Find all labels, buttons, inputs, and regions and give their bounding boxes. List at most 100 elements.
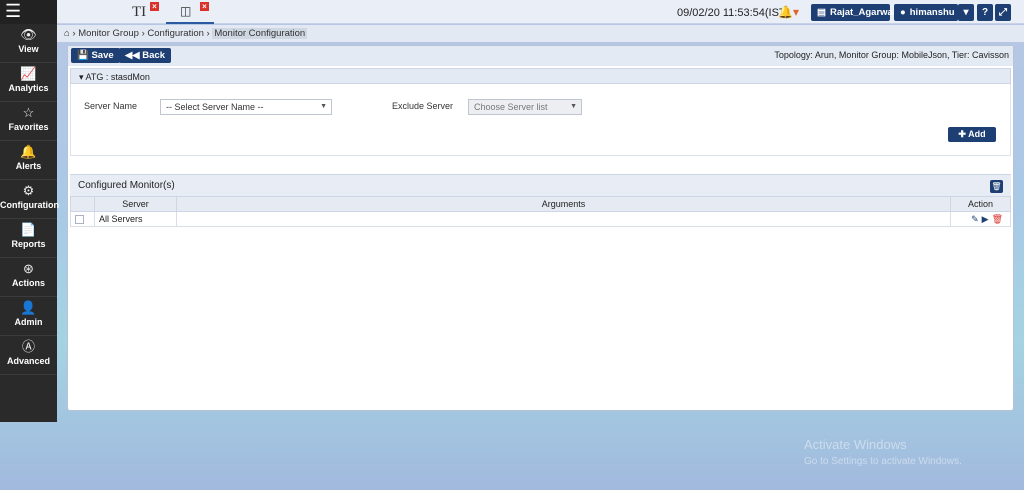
table-header-row: Server Arguments Action <box>70 196 1011 212</box>
sidebar-item-view[interactable]: 👁 View <box>0 24 57 63</box>
arguments-cell <box>176 211 951 227</box>
sidebar-item-label: View <box>18 44 39 54</box>
breadcrumb-item[interactable]: Configuration <box>147 28 204 39</box>
sidebar-item-alerts[interactable]: 🔔 Alerts <box>0 141 57 180</box>
sidebar-item-label: Alerts <box>15 161 42 171</box>
table-row: All Servers ✎ ▶ 🗑 <box>70 211 1011 227</box>
sidebar-item-analytics[interactable]: 📈 Analytics <box>0 63 57 102</box>
home-icon[interactable]: ⌂ <box>64 28 70 39</box>
trash-icon: 🗑 <box>991 182 1002 191</box>
user-icon: ● <box>900 7 906 18</box>
save-label: Save <box>91 50 114 61</box>
exclude-server-select[interactable]: Choose Server list ▼ <box>468 99 582 115</box>
advanced-icon: Ⓐ <box>21 339 35 354</box>
activate-windows-title: Activate Windows <box>804 437 907 452</box>
gears-icon: ⚙ <box>22 183 35 198</box>
chevron-right-icon: › <box>72 28 76 39</box>
sidebar-item-label: Admin <box>14 317 43 327</box>
server-name-select[interactable]: -- Select Server Name -- ▼ <box>160 99 332 115</box>
tab-close-icon[interactable]: × <box>200 2 209 11</box>
exclude-server-value: Choose Server list <box>474 102 548 112</box>
sidebar-item-advanced[interactable]: Ⓐ Advanced <box>0 336 57 375</box>
chevron-right-icon: › <box>206 28 210 39</box>
save-icon: 💾 <box>77 50 92 61</box>
sidebar-item-label: Analytics <box>8 83 49 93</box>
sidebar-item-label: Configuration <box>0 200 59 210</box>
select-column-header <box>70 196 95 212</box>
play-icon[interactable]: ▶ <box>982 214 989 224</box>
sidebar-item-configuration[interactable]: ⚙ Configuration <box>0 180 59 219</box>
bell-icon[interactable]: 🔔▾ <box>778 5 799 19</box>
sidebar-item-label: Favorites <box>8 122 49 132</box>
sidebar: 👁 View 📈 Analytics ☆ Favorites 🔔 Alerts … <box>0 24 59 422</box>
accordion-header[interactable]: ▾ ATG : stasdMon <box>70 68 1011 84</box>
plus-icon: ✚ <box>958 129 969 139</box>
actions-icon: ⊛ <box>23 261 34 276</box>
sidebar-item-label: Actions <box>11 278 45 288</box>
sidebar-item-favorites[interactable]: ☆ Favorites <box>0 102 57 141</box>
column-header-arguments: Arguments <box>176 196 951 212</box>
row-select-cell <box>70 211 95 227</box>
sidebar-item-admin[interactable]: 👤 Admin <box>0 297 57 336</box>
column-header-action: Action <box>950 196 1011 212</box>
help-icon[interactable]: ? <box>977 4 993 21</box>
trash-icon[interactable]: 🗑 <box>992 214 1003 224</box>
back-label: Back <box>142 50 165 61</box>
hamburger-icon[interactable]: ☰ <box>0 0 57 24</box>
top-bar: ☰ TI × ◫ × 09/02/20 11:53:54(IST) 🔔▾ ▤ Ra… <box>0 0 1024 24</box>
delete-all-button[interactable]: 🗑 <box>990 180 1003 193</box>
datetime: 09/02/20 11:53:54(IST) <box>677 7 790 19</box>
add-button[interactable]: ✚ Add <box>948 127 996 142</box>
dashboard-icon: ◫ <box>180 4 192 18</box>
user-label: himanshu <box>909 7 955 18</box>
topology-info: Topology: Arun, Monitor Group: MobileJso… <box>774 50 1009 60</box>
activate-windows-subtitle: Go to Settings to activate Windows. <box>804 456 962 467</box>
eye-icon: 👁 <box>20 27 37 42</box>
sidebar-item-reports[interactable]: 📄 Reports <box>0 219 57 258</box>
card-icon: ▤ <box>817 7 826 18</box>
configured-monitors-title: Configured Monitor(s) <box>78 180 175 191</box>
monitors-table: Server Arguments Action All Servers ✎ ▶ 🗑 <box>70 196 1011 227</box>
sidebar-item-label: Advanced <box>6 356 50 366</box>
tab-ti[interactable]: TI × <box>132 2 159 22</box>
breadcrumb-current: Monitor Configuration <box>212 28 308 39</box>
user-button[interactable]: ● himanshu <box>894 4 958 21</box>
user-dropdown-icon[interactable]: ▾ <box>958 4 974 21</box>
action-cell: ✎ ▶ 🗑 <box>950 211 1011 227</box>
star-icon: ☆ <box>22 105 35 120</box>
chevron-down-icon: ▼ <box>570 103 577 110</box>
back-icon: ◀◀ <box>125 50 143 61</box>
project-label: Rajat_Agarwal <box>829 7 896 18</box>
add-label: Add <box>968 129 986 139</box>
edit-icon[interactable]: ✎ <box>971 214 979 224</box>
tab-dashboard[interactable]: ◫ × <box>180 2 209 22</box>
breadcrumb: ⌂ › Monitor Group › Configuration › Moni… <box>57 25 1024 42</box>
active-tab-indicator <box>166 22 214 24</box>
server-name-label: Server Name <box>84 101 138 111</box>
sidebar-item-label: Reports <box>11 239 46 249</box>
bell-icon: 🔔 <box>20 144 37 159</box>
sidebar-item-actions[interactable]: ⊛ Actions <box>0 258 57 297</box>
row-checkbox[interactable] <box>75 215 84 225</box>
exclude-server-label: Exclude Server <box>392 101 454 111</box>
fullscreen-icon[interactable]: ⤢ <box>995 4 1011 21</box>
accordion-title: ATG : stasdMon <box>85 72 150 82</box>
document-icon: 📄 <box>20 222 37 237</box>
toolbar: 💾 Save ◀◀ Back Topology: Arun, Monitor G… <box>68 46 1013 66</box>
save-button[interactable]: 💾 Save <box>71 48 120 63</box>
server-cell: All Servers <box>94 211 177 227</box>
configured-monitors-header: Configured Monitor(s) 🗑 <box>70 174 1011 196</box>
main-panel: 💾 Save ◀◀ Back Topology: Arun, Monitor G… <box>67 45 1014 411</box>
user-icon: 👤 <box>20 300 37 315</box>
back-button[interactable]: ◀◀ Back <box>119 48 171 63</box>
chevron-right-icon: › <box>141 28 145 39</box>
tab-ti-glyph: TI <box>132 4 147 20</box>
server-name-value: -- Select Server Name -- <box>166 102 264 112</box>
column-header-server: Server <box>94 196 177 212</box>
tab-close-icon[interactable]: × <box>150 2 159 11</box>
project-button[interactable]: ▤ Rajat_Agarwal <box>811 4 895 21</box>
breadcrumb-item[interactable]: Monitor Group <box>78 28 139 39</box>
chevron-down-icon: ▼ <box>320 103 327 110</box>
accordion-body: Server Name -- Select Server Name -- ▼ E… <box>70 84 1011 156</box>
chart-icon: 📈 <box>20 66 37 81</box>
